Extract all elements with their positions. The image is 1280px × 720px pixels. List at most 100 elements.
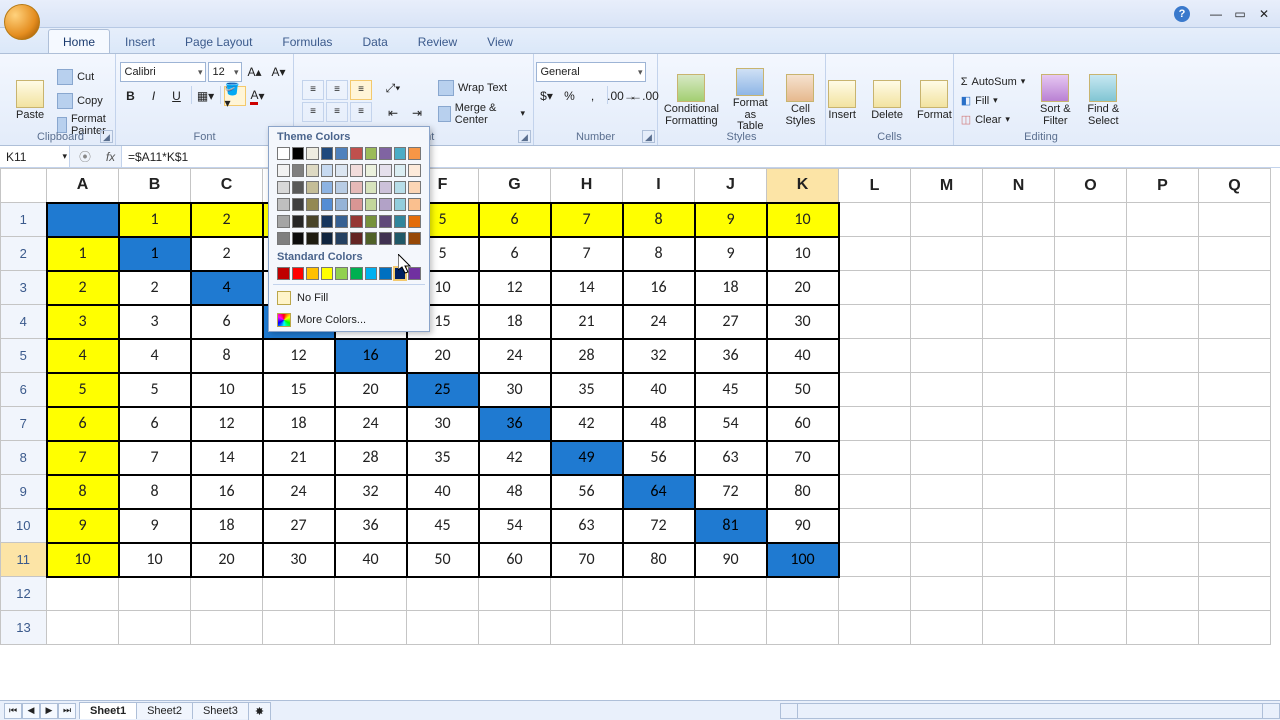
cell[interactable] [983,305,1055,339]
cell[interactable] [119,611,191,645]
cell[interactable] [839,271,911,305]
column-header[interactable]: J [695,169,767,203]
color-swatch[interactable] [277,215,290,228]
color-swatch[interactable] [408,267,421,280]
cell[interactable]: 12 [479,271,551,305]
clipboard-dialog-launcher[interactable]: ◢ [100,130,113,143]
color-swatch[interactable] [365,164,378,177]
fill-button[interactable]: ◧Fill▾ [959,92,1000,110]
color-swatch[interactable] [408,164,421,177]
cell[interactable]: 10 [47,543,119,577]
cell[interactable] [47,203,119,237]
cell[interactable]: 30 [263,543,335,577]
cell[interactable] [983,577,1055,611]
cell[interactable] [1055,407,1127,441]
color-swatch[interactable] [277,181,290,194]
color-swatch[interactable] [365,181,378,194]
cut-button[interactable]: Cut [57,66,94,88]
ribbon-tab-view[interactable]: View [472,29,528,53]
cell[interactable]: 6 [479,203,551,237]
cell[interactable]: 21 [263,441,335,475]
cell[interactable]: 16 [335,339,407,373]
cell[interactable]: 54 [695,407,767,441]
cell[interactable] [839,611,911,645]
cell[interactable]: 36 [335,509,407,543]
column-header[interactable]: A [47,169,119,203]
font-size-combo[interactable]: 12▾ [208,62,242,82]
cell[interactable] [839,203,911,237]
cell[interactable]: 30 [479,373,551,407]
cell[interactable]: 1 [47,237,119,271]
cell[interactable]: 5 [47,373,119,407]
cell[interactable] [911,441,983,475]
cell[interactable] [407,577,479,611]
column-header[interactable]: L [839,169,911,203]
color-swatch[interactable] [379,267,392,280]
help-icon[interactable]: ? [1174,6,1190,22]
merge-center-button[interactable]: Merge & Center▾ [438,103,525,125]
cell[interactable] [983,271,1055,305]
cell[interactable]: 48 [479,475,551,509]
sheet-tab[interactable]: Sheet3 [192,702,249,719]
color-swatch[interactable] [408,198,421,211]
cell[interactable] [839,339,911,373]
sheet-tab[interactable]: Sheet1 [79,702,137,719]
color-swatch[interactable] [335,198,348,211]
percent-format[interactable]: % [559,86,581,106]
cell[interactable] [1199,543,1271,577]
cell[interactable] [1127,373,1199,407]
ribbon-tab-page-layout[interactable]: Page Layout [170,29,267,53]
cell[interactable]: 35 [551,373,623,407]
alignment-dialog-launcher[interactable]: ◢ [518,130,531,143]
color-swatch[interactable] [306,147,319,160]
color-swatch[interactable] [321,267,334,280]
cell[interactable] [1055,577,1127,611]
cell[interactable]: 72 [695,475,767,509]
cell[interactable]: 27 [695,305,767,339]
office-orb-button[interactable] [4,4,40,40]
color-swatch[interactable] [350,147,363,160]
cell[interactable]: 10 [191,373,263,407]
borders-button[interactable]: ▦▾ [195,86,217,106]
cell[interactable]: 35 [407,441,479,475]
row-header[interactable]: 11 [1,543,47,577]
cell[interactable] [695,577,767,611]
color-swatch[interactable] [350,267,363,280]
cell[interactable]: 18 [479,305,551,339]
cell[interactable] [983,543,1055,577]
align-right[interactable]: ≡ [350,102,372,122]
conditional-formatting-button[interactable]: Conditional Formatting [662,65,722,137]
cell[interactable]: 70 [551,543,623,577]
cell[interactable] [1055,441,1127,475]
color-swatch[interactable] [350,232,363,245]
cell[interactable] [191,611,263,645]
cell[interactable] [983,509,1055,543]
cell[interactable]: 1 [119,237,191,271]
color-swatch[interactable] [306,215,319,228]
cell[interactable] [1127,237,1199,271]
cell[interactable]: 50 [407,543,479,577]
shrink-font-button[interactable]: A▾ [268,62,290,82]
column-header[interactable]: I [623,169,695,203]
cell[interactable]: 36 [695,339,767,373]
cell[interactable] [983,611,1055,645]
cell[interactable]: 1 [119,203,191,237]
tab-nav-first[interactable]: ⏮ [4,703,22,719]
accounting-format[interactable]: $▾ [536,86,558,106]
cell[interactable]: 12 [191,407,263,441]
cell[interactable]: 25 [407,373,479,407]
cell[interactable] [1127,509,1199,543]
color-swatch[interactable] [292,267,305,280]
cell[interactable] [1055,237,1127,271]
cell[interactable] [983,475,1055,509]
ribbon-tab-insert[interactable]: Insert [110,29,170,53]
cell[interactable] [1127,577,1199,611]
row-header[interactable]: 9 [1,475,47,509]
cell[interactable] [839,305,911,339]
cell[interactable]: 21 [551,305,623,339]
color-swatch[interactable] [379,198,392,211]
color-swatch[interactable] [292,147,305,160]
wrap-text-button[interactable]: Wrap Text [438,77,507,99]
cell[interactable] [1055,305,1127,339]
cell-styles-button[interactable]: Cell Styles [779,65,821,137]
